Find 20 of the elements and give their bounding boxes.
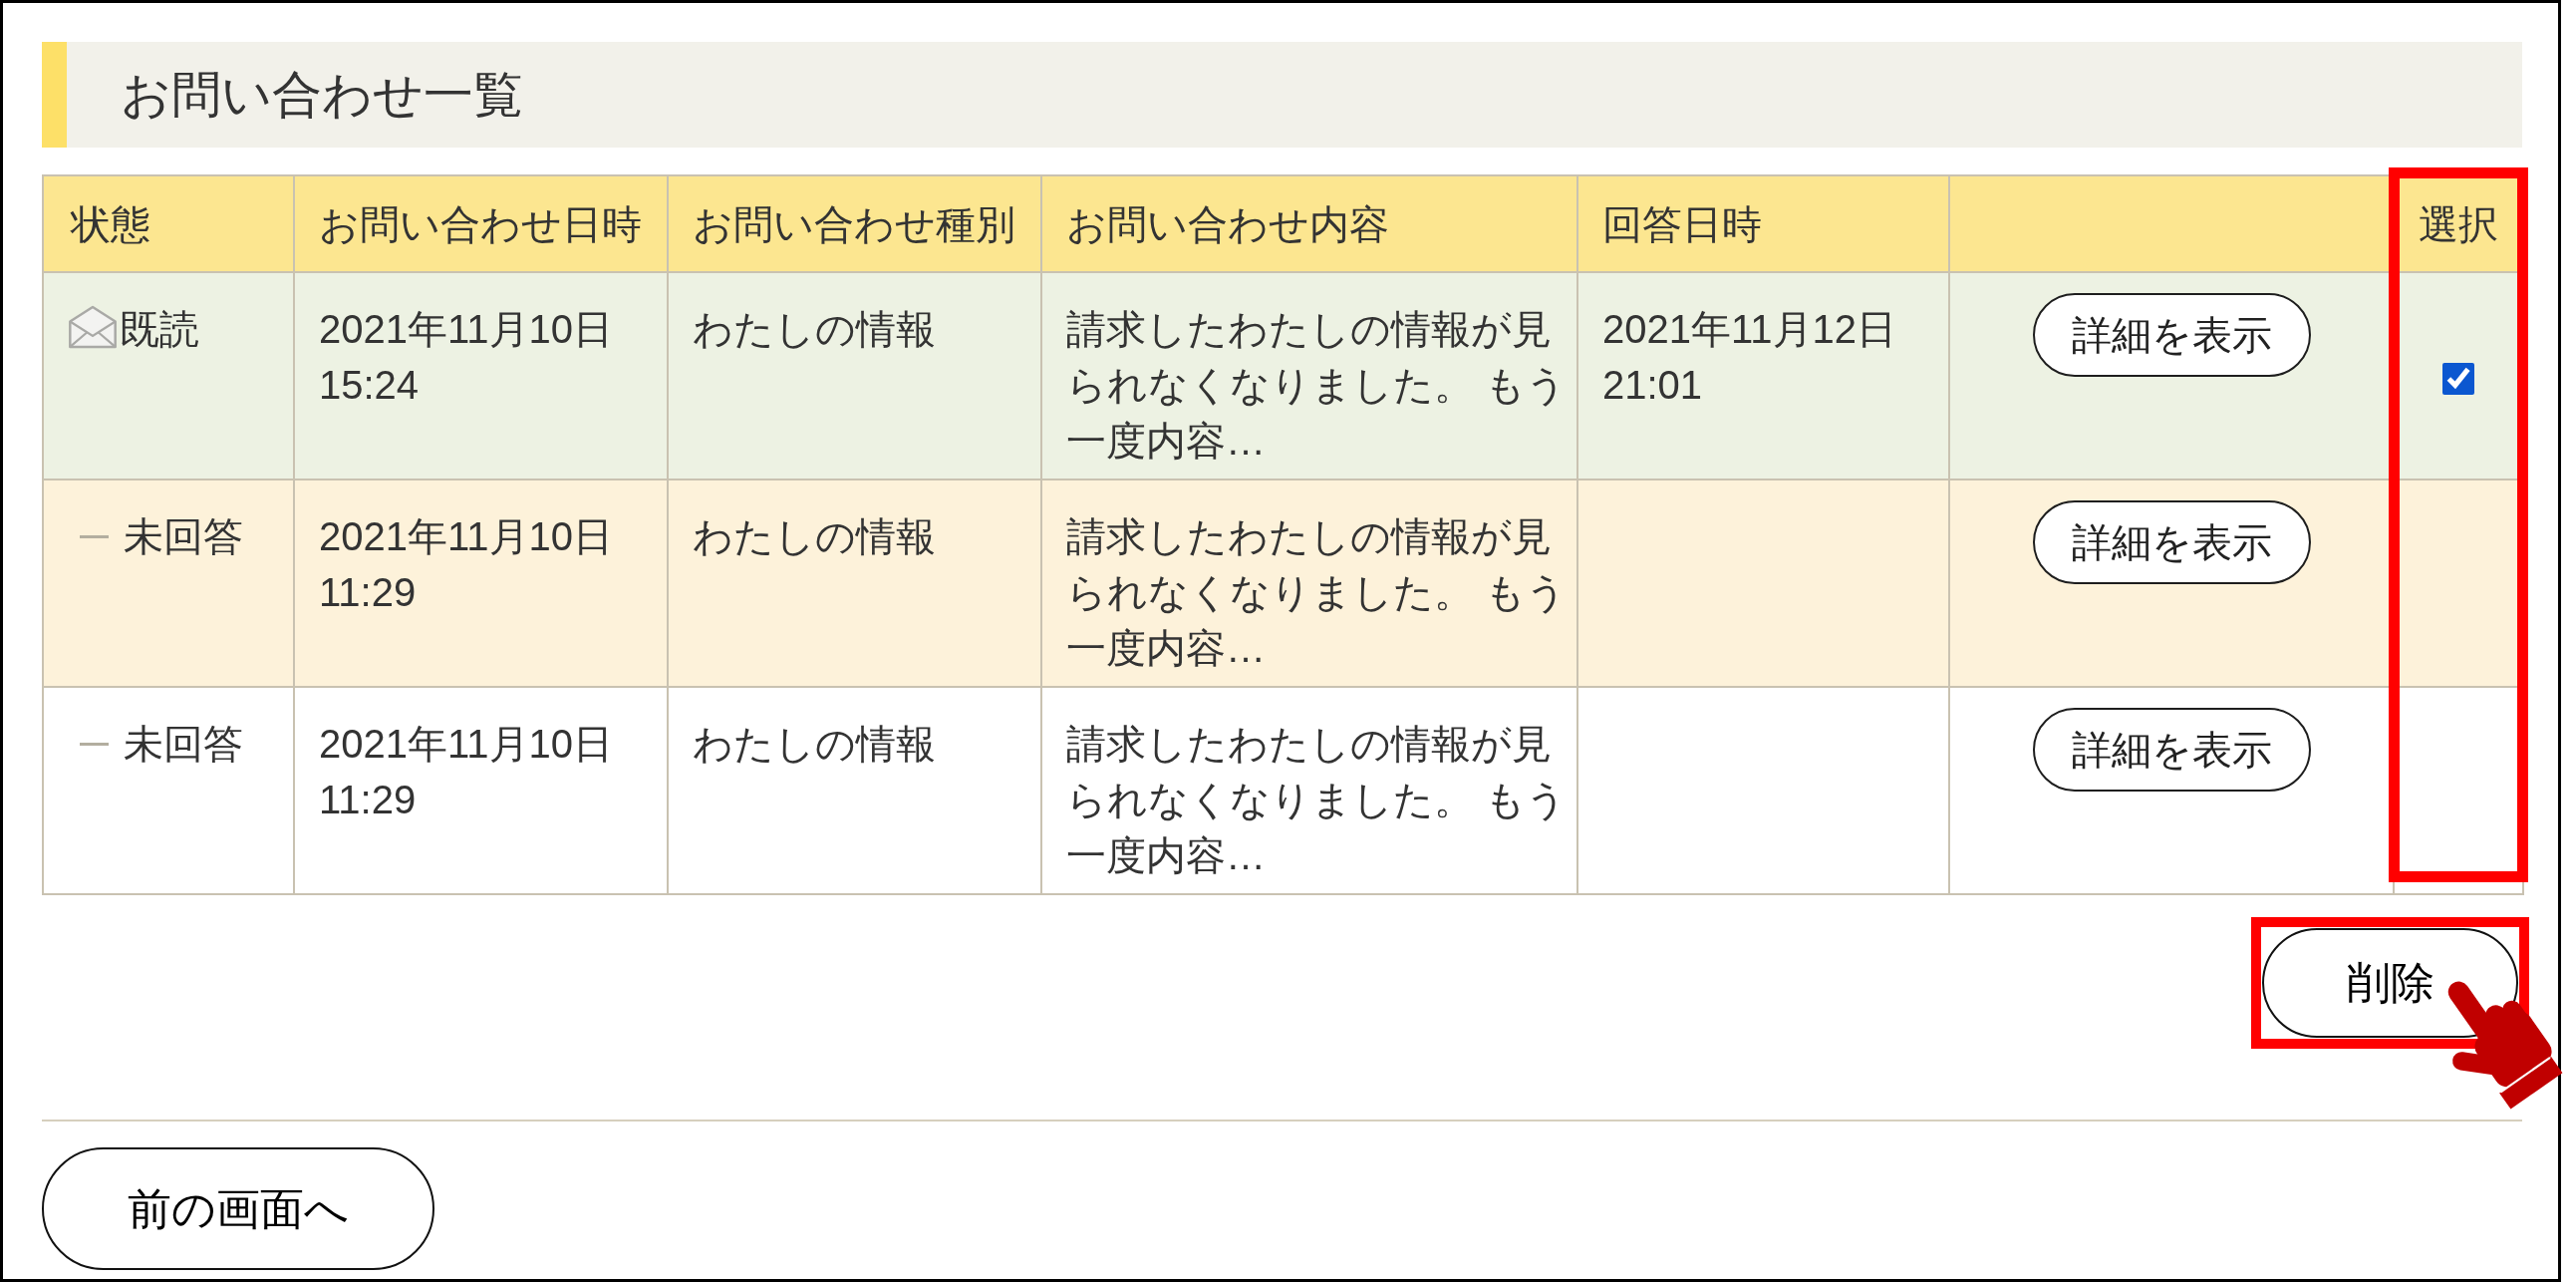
dash-icon [80,534,109,538]
detail-button[interactable]: 詳細を表示 [2032,708,2311,792]
table-cell: わたしの情報 [668,687,1041,894]
status-label: 既読 [120,306,199,353]
back-button[interactable]: 前の画面へ [42,1147,434,1270]
status-label: 未回答 [124,513,243,560]
dash-icon [80,742,109,746]
table-cell: 2021年11月10日 11:29 [294,687,668,894]
status-label: 未回答 [124,721,243,768]
detail-button[interactable]: 詳細を表示 [2032,500,2311,584]
column-header: お問い合わせ内容 [1041,175,1577,272]
table-cell: 請求したわたしの情報が見られなくなりました。 もう一度内容… [1041,687,1577,894]
row-checkbox[interactable] [2442,363,2474,396]
column-header: お問い合わせ日時 [294,175,668,272]
delete-button[interactable]: 削除 [2262,928,2518,1038]
envelope-icon [68,305,118,349]
section-title: お問い合わせ一覧 [121,66,523,125]
column-header: 状態 [43,175,294,272]
column-header: お問い合わせ種別 [668,175,1041,272]
detail-button[interactable]: 詳細を表示 [2032,293,2311,377]
